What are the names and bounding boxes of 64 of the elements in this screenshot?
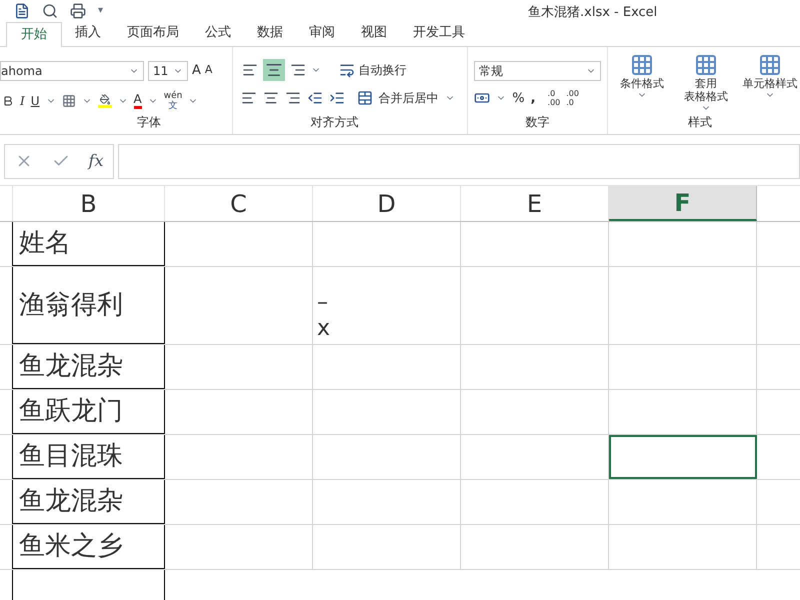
increase-decimal-button[interactable]: .00 .0 (566, 89, 579, 108)
border-icon[interactable] (62, 94, 76, 108)
column-header[interactable]: F (609, 186, 757, 221)
group-label: 对齐方式 (310, 114, 360, 131)
table-cell[interactable]: 鱼目混珠 (13, 435, 165, 479)
comma-button[interactable]: , (530, 88, 536, 108)
table-cell[interactable]: 鱼龙混杂 (13, 480, 165, 524)
percent-button[interactable]: % (512, 88, 525, 108)
ribbon-tab[interactable]: 公式 (192, 20, 244, 46)
table-cell[interactable] (609, 435, 757, 479)
middle-align-icon[interactable] (262, 58, 285, 81)
table-cell[interactable]: 鱼跃龙门 (13, 390, 165, 434)
group-label: 字体 (136, 114, 161, 131)
table-cell[interactable]: 渔翁得利 (13, 267, 165, 344)
fill-color-icon[interactable] (98, 94, 112, 108)
insert-function-button[interactable]: fx (88, 149, 104, 174)
grow-font-icon[interactable]: A (192, 60, 201, 80)
customize-toolbar-button[interactable]: ▾ (98, 3, 104, 18)
increase-indent-icon[interactable] (328, 90, 345, 106)
group-label: 数字 (526, 114, 550, 131)
wrap-text-button[interactable]: 自动换行 (358, 60, 407, 79)
ribbon-tab[interactable]: 数据 (244, 20, 296, 46)
wrap-text-icon[interactable] (338, 62, 355, 78)
ribbon-tab[interactable]: 页面布局 (114, 20, 192, 46)
align-center-icon[interactable] (262, 90, 279, 106)
column-header[interactable]: B (13, 186, 165, 221)
align-left-icon[interactable] (240, 90, 257, 106)
document-icon[interactable] (14, 2, 30, 19)
style-button[interactable]: 套用 表格格式 (676, 52, 736, 113)
ribbon-tab[interactable]: 插入 (62, 20, 114, 46)
decrease-indent-icon[interactable] (306, 90, 323, 106)
table-style-icon (630, 52, 654, 77)
window-title: 鱼木混猪.xlsx - Excel (528, 4, 658, 22)
print-preview-icon[interactable] (42, 2, 58, 19)
style-button[interactable]: 条件格式 (612, 52, 672, 113)
underline-button[interactable]: U (30, 92, 40, 110)
number-format-field[interactable]: 常规 (474, 60, 601, 81)
formula-input-field[interactable] (118, 144, 800, 179)
table-style-icon (694, 52, 718, 77)
shrink-font-icon[interactable]: A (204, 62, 212, 79)
ribbon-tab[interactable]: 审阅 (296, 20, 348, 46)
ribbon-tab[interactable]: 开发工具 (400, 20, 478, 46)
bold-icon[interactable] (2, 94, 14, 107)
table-cell[interactable]: 鱼龙混杂 (13, 345, 165, 389)
style-button[interactable]: 单元格样式 (740, 52, 800, 113)
align-right-icon[interactable] (284, 90, 301, 106)
ribbon-tab[interactable]: 开始 (6, 22, 62, 47)
printer-icon[interactable] (70, 2, 86, 19)
cell-text: – (317, 290, 329, 316)
group-label: 样式 (687, 114, 713, 131)
decrease-decimal-button[interactable]: .0 .00 (548, 89, 560, 108)
table-style-icon (758, 52, 782, 77)
merge-icon[interactable] (356, 90, 373, 106)
font-name-field[interactable]: ahoma (0, 60, 144, 81)
table-cell[interactable]: 姓名 (13, 222, 165, 266)
ribbon-tab[interactable]: 视图 (348, 20, 400, 46)
merge-center-button[interactable]: 合并后居中 (378, 88, 439, 107)
column-header[interactable]: C (165, 186, 313, 221)
column-header[interactable]: D (313, 186, 461, 221)
font-size-field[interactable]: 11 (148, 60, 188, 81)
cell-text: x (317, 316, 332, 342)
phonetic-button[interactable]: wén 文 (164, 90, 182, 111)
table-cell[interactable]: 鱼米之乡 (13, 525, 165, 569)
italic-button[interactable]: I (20, 92, 25, 110)
